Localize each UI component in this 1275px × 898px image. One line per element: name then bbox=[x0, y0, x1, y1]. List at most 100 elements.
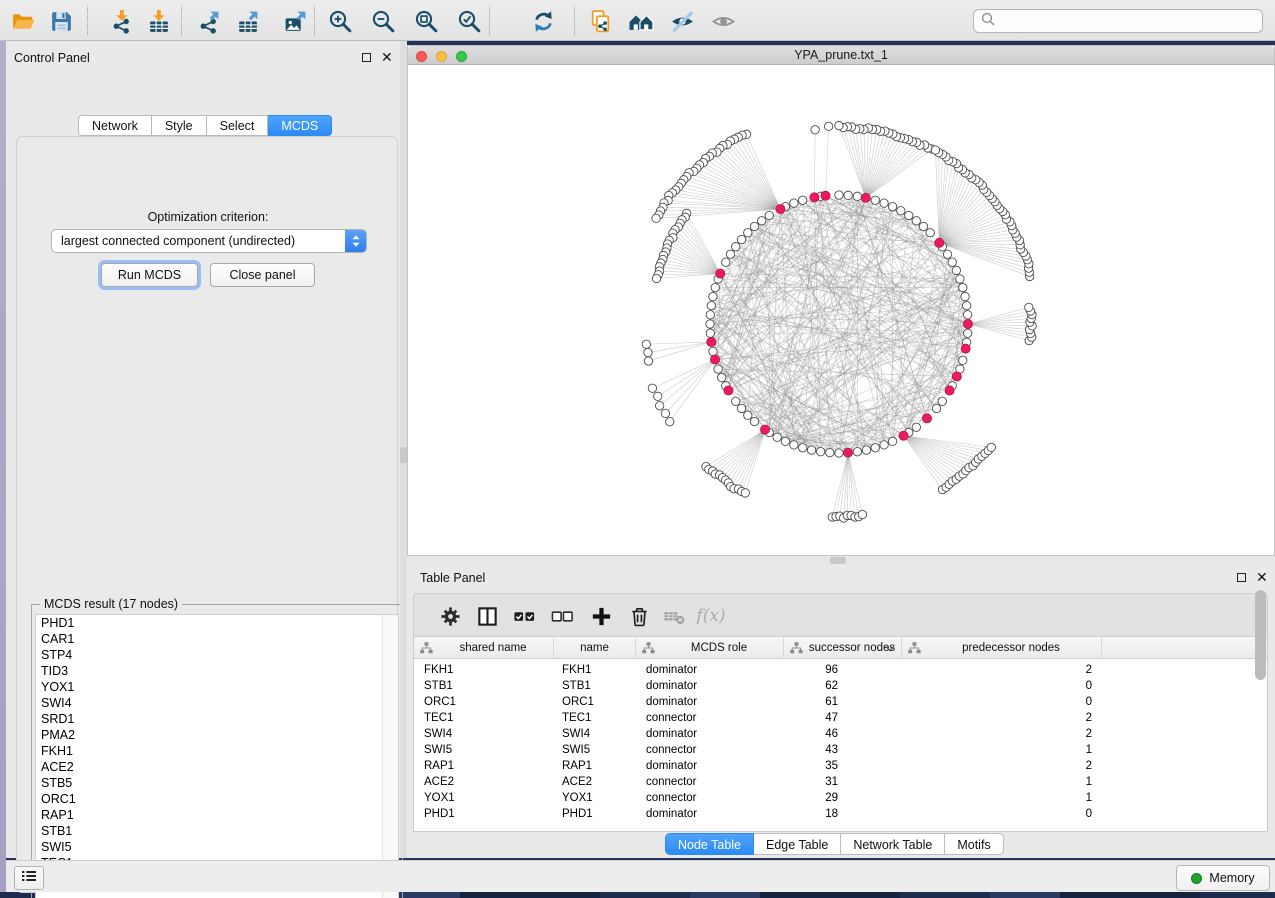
unselect-all-button[interactable] bbox=[547, 602, 577, 630]
tab-mcds[interactable]: MCDS bbox=[268, 115, 332, 136]
table-row-RAP1[interactable]: RAP1RAP1dominator352 bbox=[414, 758, 1267, 774]
show-hidden-button[interactable] bbox=[708, 7, 738, 35]
close-table-panel-icon[interactable]: ✕ bbox=[1256, 572, 1268, 582]
mcds-result-item[interactable]: SWI4 bbox=[36, 695, 398, 711]
save-session-button[interactable] bbox=[46, 7, 76, 35]
cell-name: ORC1 bbox=[554, 694, 636, 710]
first-neighbors-button[interactable] bbox=[626, 7, 656, 35]
open-session-button[interactable] bbox=[8, 7, 38, 35]
cell-shared-name: ORC1 bbox=[414, 694, 554, 710]
mcds-result-item[interactable]: YOX1 bbox=[36, 679, 398, 695]
table-row-SWI5[interactable]: SWI5SWI5connector431 bbox=[414, 742, 1267, 758]
float-table-panel-icon[interactable] bbox=[1237, 573, 1246, 582]
show-columns-button[interactable] bbox=[472, 602, 502, 630]
column-header-predecessor-nodes[interactable]: predecessor nodes bbox=[902, 637, 1102, 659]
tab-network-table[interactable]: Network Table bbox=[841, 833, 945, 855]
table-row-SWI4[interactable]: SWI4SWI4dominator462 bbox=[414, 726, 1267, 742]
close-panel-button[interactable]: Close panel bbox=[210, 263, 315, 287]
control-panel-tabs: NetworkStyleSelectMCDS bbox=[78, 115, 332, 136]
column-header-name[interactable]: name bbox=[554, 637, 636, 659]
minimize-window-icon[interactable] bbox=[436, 51, 447, 62]
cell-shared-name: SWI4 bbox=[414, 726, 554, 742]
cell-shared-name: SWI5 bbox=[414, 742, 554, 758]
table-row-PHD1[interactable]: PHD1PHD1dominator180 bbox=[414, 806, 1267, 822]
vertical-splitter-handle[interactable] bbox=[400, 447, 407, 463]
tab-edge-table[interactable]: Edge Table bbox=[754, 833, 841, 855]
close-window-icon[interactable] bbox=[416, 51, 427, 62]
mcds-result-item[interactable]: ACE2 bbox=[36, 759, 398, 775]
tab-network[interactable]: Network bbox=[78, 115, 152, 136]
run-mcds-button[interactable]: Run MCDS bbox=[101, 263, 198, 287]
optimization-criterion-select[interactable]: largest connected component (undirected) bbox=[51, 229, 367, 253]
mcds-result-item[interactable]: STB5 bbox=[36, 775, 398, 791]
import-table-button[interactable] bbox=[143, 7, 173, 35]
delete-columns-button[interactable] bbox=[624, 602, 654, 630]
mcds-list-scrollbar[interactable] bbox=[382, 615, 398, 898]
table-row-STB1[interactable]: STB1STB1dominator620 bbox=[414, 678, 1267, 694]
network-column-icon bbox=[642, 642, 655, 654]
zoom-out-button[interactable] bbox=[368, 7, 398, 35]
tab-node-table[interactable]: Node Table bbox=[665, 833, 754, 855]
mcds-result-item[interactable]: TID3 bbox=[36, 663, 398, 679]
table-row-ACE2[interactable]: ACE2ACE2connector311 bbox=[414, 774, 1267, 790]
column-label: shared name bbox=[433, 642, 553, 654]
mcds-result-item[interactable]: STB1 bbox=[36, 823, 398, 839]
tab-motifs[interactable]: Motifs bbox=[945, 833, 1003, 855]
cell-predecessor-nodes: 0 bbox=[902, 694, 1102, 710]
column-header-successor-nodes[interactable]: successor nodes bbox=[784, 637, 902, 659]
table-scrollbar[interactable] bbox=[1255, 590, 1266, 680]
search-input[interactable] bbox=[1000, 13, 1254, 29]
mcds-result-item[interactable]: RAP1 bbox=[36, 807, 398, 823]
apply-layout-button[interactable] bbox=[528, 7, 558, 35]
node-table[interactable]: shared namename MCDS rolesuccessor nodesp… bbox=[413, 637, 1268, 832]
table-row-TEC1[interactable]: TEC1TEC1connector472 bbox=[414, 710, 1267, 726]
close-panel-icon[interactable]: ✕ bbox=[381, 52, 393, 62]
mcds-result-item[interactable]: ORC1 bbox=[36, 791, 398, 807]
import-network-button[interactable] bbox=[106, 7, 136, 35]
table-row-ORC1[interactable]: ORC1ORC1dominator610 bbox=[414, 694, 1267, 710]
function-builder-button[interactable]: f(x) bbox=[696, 602, 726, 630]
column-header-shared-name[interactable]: shared name bbox=[414, 637, 554, 659]
hide-selected-button[interactable] bbox=[667, 7, 697, 35]
export-table-button[interactable] bbox=[232, 7, 262, 35]
tab-select[interactable]: Select bbox=[207, 115, 269, 136]
export-network-button[interactable] bbox=[193, 7, 223, 35]
delete-table-button[interactable] bbox=[659, 602, 689, 630]
task-history-button[interactable] bbox=[14, 866, 44, 890]
mcds-result-item[interactable]: PMA2 bbox=[36, 727, 398, 743]
mcds-result-item[interactable]: STP4 bbox=[36, 647, 398, 663]
mcds-result-item[interactable]: SRD1 bbox=[36, 711, 398, 727]
column-label: MCDS role bbox=[655, 642, 783, 654]
network-canvas[interactable] bbox=[408, 65, 1274, 555]
mcds-result-list[interactable]: PHD1CAR1STP4TID3YOX1SWI4SRD1PMA2FKH1ACE2… bbox=[35, 614, 399, 898]
mcds-result-item[interactable]: PHD1 bbox=[36, 615, 398, 631]
new-network-from-selection-button[interactable] bbox=[585, 7, 615, 35]
select-all-button[interactable] bbox=[509, 602, 539, 630]
mcds-result-item[interactable]: SWI5 bbox=[36, 839, 398, 855]
create-column-button[interactable] bbox=[586, 602, 616, 630]
network-column-icon bbox=[420, 642, 433, 654]
horizontal-splitter-handle[interactable] bbox=[830, 557, 846, 564]
maximize-window-icon[interactable] bbox=[456, 51, 467, 62]
mcds-result-group: MCDS result (17 nodes) PHD1CAR1STP4TID3Y… bbox=[31, 604, 403, 898]
tab-style[interactable]: Style bbox=[152, 115, 207, 136]
zoom-selected-button[interactable] bbox=[454, 7, 484, 35]
table-row-FKH1[interactable]: FKH1FKH1dominator962 bbox=[414, 662, 1267, 678]
float-panel-icon[interactable] bbox=[362, 53, 371, 62]
network-window-titlebar[interactable]: YPA_prune.txt_1 bbox=[408, 46, 1274, 65]
search-box[interactable] bbox=[973, 9, 1263, 33]
cell-successor-nodes: 96 bbox=[784, 662, 902, 678]
zoom-in-button[interactable] bbox=[325, 7, 355, 35]
zoom-fit-button[interactable] bbox=[411, 7, 441, 35]
column-header-MCDS-role[interactable]: MCDS role bbox=[636, 637, 784, 659]
table-mode-button[interactable] bbox=[435, 602, 465, 630]
memory-status-icon bbox=[1191, 873, 1202, 884]
table-row-YOX1[interactable]: YOX1YOX1connector291 bbox=[414, 790, 1267, 806]
zoom-fit-icon bbox=[414, 9, 439, 34]
mcds-result-item[interactable]: FKH1 bbox=[36, 743, 398, 759]
zoom-in-icon bbox=[328, 9, 353, 34]
cell-predecessor-nodes: 2 bbox=[902, 726, 1102, 742]
export-image-button[interactable] bbox=[280, 7, 310, 35]
mcds-result-item[interactable]: CAR1 bbox=[36, 631, 398, 647]
memory-button[interactable]: Memory bbox=[1176, 865, 1270, 891]
